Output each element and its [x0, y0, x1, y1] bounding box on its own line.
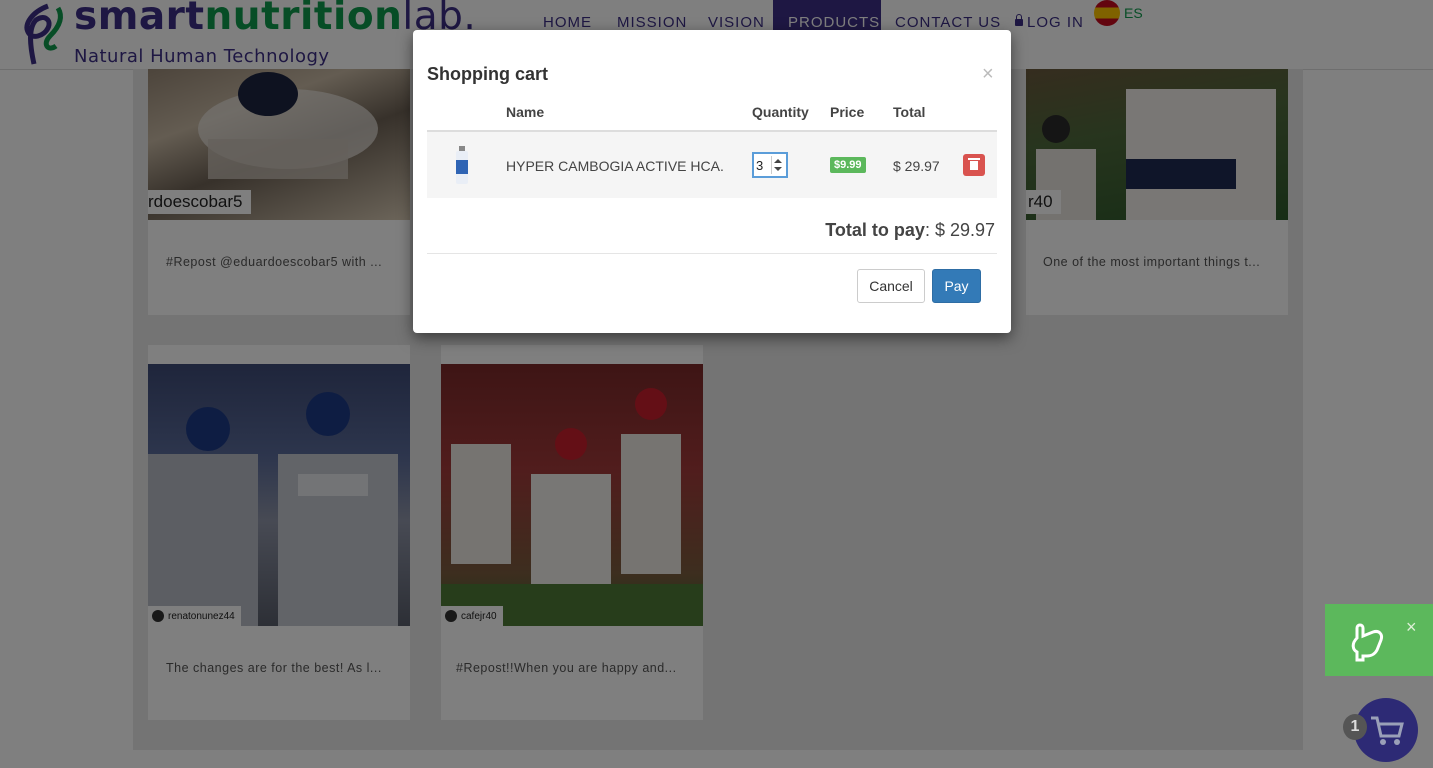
quantity-value: 3	[756, 158, 764, 173]
hand-pointer-icon[interactable]	[1349, 618, 1389, 662]
quantity-stepper[interactable]: 3	[752, 152, 788, 178]
column-header-name: Name	[506, 104, 545, 120]
column-header-quantity: Quantity	[752, 104, 809, 120]
shopping-cart-modal: Shopping cart × Name Quantity Price Tota…	[413, 30, 1011, 333]
quantity-spinner[interactable]	[771, 156, 784, 174]
modal-title: Shopping cart	[427, 64, 548, 84]
cart-icon	[1371, 716, 1404, 745]
decrement-icon[interactable]	[774, 167, 782, 171]
cart-row: HYPER CAMBOGIA ACTIVE HCA. 3 $9.99 $ 29.…	[427, 132, 997, 198]
row-total: $ 29.97	[893, 158, 940, 174]
product-name: HYPER CAMBOGIA ACTIVE HCA.	[506, 158, 724, 174]
promo-close-icon[interactable]: ×	[1406, 618, 1417, 636]
total-label: Total to pay	[825, 220, 925, 240]
total-value: : $ 29.97	[924, 220, 995, 240]
promo-widget[interactable]: ×	[1325, 604, 1433, 676]
column-header-price: Price	[830, 104, 865, 120]
total-to-pay: Total to pay: $ 29.97	[825, 220, 995, 241]
column-header-total: Total	[893, 104, 926, 120]
cancel-button[interactable]: Cancel	[857, 269, 925, 303]
cart-count-badge: 1	[1343, 714, 1367, 740]
pay-button[interactable]: Pay	[932, 269, 981, 303]
bottle-icon	[456, 146, 468, 184]
close-icon[interactable]: ×	[982, 64, 994, 84]
trash-icon	[968, 158, 980, 170]
increment-icon[interactable]	[774, 159, 782, 163]
delete-item-button[interactable]	[963, 154, 985, 176]
price-badge: $9.99	[830, 157, 866, 173]
modal-footer-divider	[427, 253, 997, 254]
